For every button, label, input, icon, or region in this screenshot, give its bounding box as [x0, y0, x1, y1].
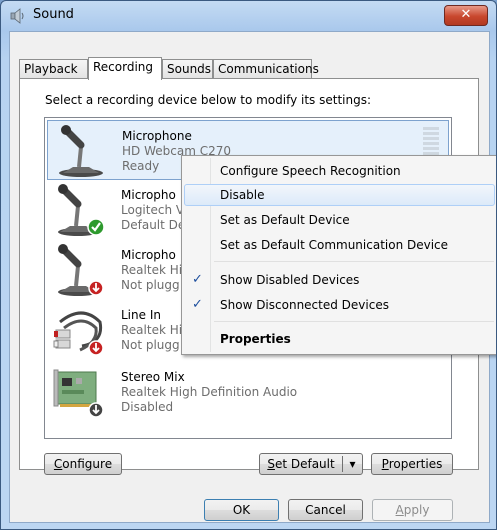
device-description: Logitech V [121, 203, 185, 217]
device-status: Not plugg [121, 338, 180, 352]
menu-item-properties[interactable]: Properties [184, 328, 495, 350]
menu-item-disable[interactable]: Disable [184, 184, 495, 206]
menu-item-show-disconnected-devices[interactable]: ✓ Show Disconnected Devices [184, 294, 495, 316]
device-name: Micropho [121, 188, 176, 202]
set-default-button[interactable]: Set Default ▾ [259, 453, 363, 475]
microphone-unplugged-icon [58, 244, 104, 296]
menu-item-set-default-device[interactable]: Set as Default Device [184, 209, 495, 231]
device-name: Line In [121, 308, 161, 322]
device-status: Disabled [121, 400, 174, 414]
close-button[interactable]: ✕ [444, 5, 488, 26]
device-status: Not plugg [121, 278, 180, 292]
tab-sounds[interactable]: Sounds [162, 59, 213, 78]
title-bar[interactable]: Sound ✕ [1, 1, 496, 31]
configure-button[interactable]: Configure [44, 453, 122, 475]
cancel-button[interactable]: Cancel [288, 499, 363, 521]
line-in-cable-icon [53, 311, 104, 356]
microphone-icon [59, 125, 103, 177]
menu-separator [214, 261, 494, 262]
menu-item-configure-speech-recognition[interactable]: Configure Speech Recognition [184, 160, 495, 182]
ok-button[interactable]: OK [204, 499, 279, 521]
window-title: Sound [33, 7, 74, 22]
apply-button[interactable]: Apply [372, 499, 453, 521]
device-status: Default De [121, 218, 186, 232]
device-description: Realtek Hi [121, 323, 183, 337]
sound-dialog-window: Sound ✕ Playback Recording Sounds Commun… [0, 0, 497, 530]
device-context-menu: Configure Speech Recognition Disable Set… [181, 155, 496, 355]
device-name: Microphone [122, 129, 192, 143]
tab-recording[interactable]: Recording [88, 57, 162, 80]
microphone-default-icon [58, 184, 105, 236]
device-item[interactable]: Stereo Mix Realtek High Definition Audio… [47, 362, 449, 422]
sound-card-icon [53, 369, 104, 418]
device-name: Stereo Mix [121, 370, 185, 384]
device-description: Realtek High Definition Audio [121, 385, 298, 399]
device-description: Realtek Hi [121, 263, 183, 277]
properties-button[interactable]: Properties [371, 453, 453, 475]
chevron-down-icon[interactable]: ▾ [343, 454, 362, 474]
tab-playback[interactable]: Playback [19, 59, 88, 78]
instruction-text: Select a recording device below to modif… [45, 93, 372, 107]
menu-item-show-disabled-devices[interactable]: ✓ Show Disabled Devices [184, 269, 495, 291]
check-icon: ✓ [192, 272, 203, 287]
menu-separator [214, 321, 494, 322]
check-icon: ✓ [192, 297, 203, 312]
tab-communications[interactable]: Communications [213, 59, 319, 78]
menu-item-set-default-communication-device[interactable]: Set as Default Communication Device [184, 234, 495, 256]
device-name: Micropho [121, 248, 176, 262]
device-status: Ready [122, 159, 160, 173]
speaker-icon [10, 8, 24, 24]
